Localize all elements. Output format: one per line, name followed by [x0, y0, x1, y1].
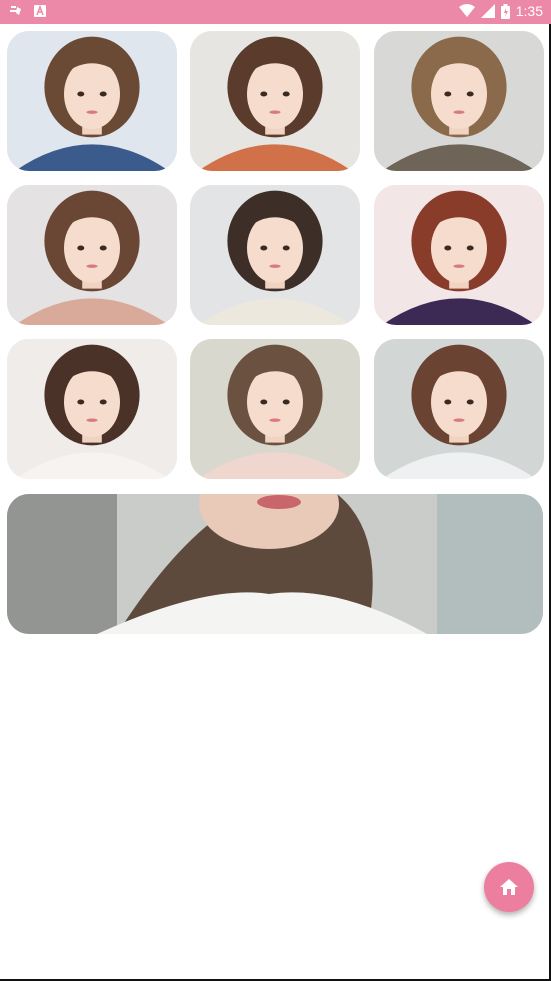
hairstyle-photo-7[interactable] — [7, 339, 177, 479]
hairstyle-photo-5[interactable] — [190, 185, 360, 325]
home-button[interactable] — [484, 862, 534, 912]
hairstyle-photo-9[interactable] — [374, 339, 544, 479]
status-bar: 1:35 — [0, 0, 551, 24]
hairstyle-photo-2[interactable] — [190, 31, 360, 171]
hairstyle-photo-8[interactable] — [190, 339, 360, 479]
status-time: 1:35 — [515, 3, 543, 19]
home-icon — [499, 877, 519, 897]
notification-app-icon — [8, 3, 24, 19]
hairstyle-photo-3[interactable] — [374, 31, 544, 171]
battery-icon — [500, 3, 510, 19]
hairstyle-photo-1[interactable] — [7, 31, 177, 171]
hairstyle-photo-6[interactable] — [374, 185, 544, 325]
wifi-icon — [458, 4, 475, 18]
cellular-signal-icon — [480, 4, 495, 18]
hairstyle-banner-photo[interactable] — [7, 494, 543, 634]
a-badge-icon — [34, 5, 46, 17]
status-right-icons: 1:35 — [458, 3, 543, 19]
status-left-icons — [8, 3, 46, 19]
hairstyle-photo-4[interactable] — [7, 185, 177, 325]
